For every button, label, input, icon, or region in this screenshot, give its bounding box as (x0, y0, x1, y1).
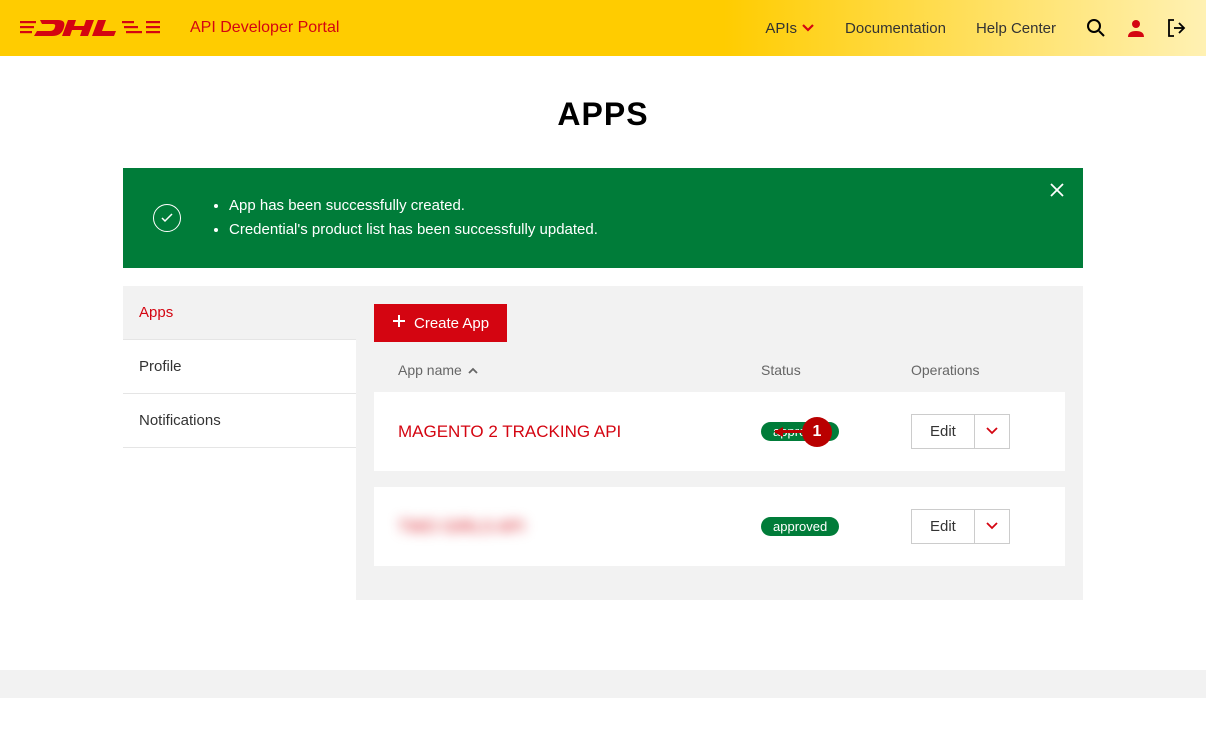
chevron-down-icon (801, 20, 815, 37)
chevron-down-icon (985, 519, 999, 534)
top-header: API Developer Portal APIs Documentation … (0, 0, 1206, 56)
nav-documentation[interactable]: Documentation (845, 20, 946, 37)
app-row: TWO GIRLS API approved Edit (374, 487, 1065, 566)
nav-help-center[interactable]: Help Center (976, 20, 1056, 37)
sidebar-item-label: Profile (139, 358, 182, 375)
table-header: App name Status Operations (374, 342, 1065, 392)
sidebar-item-apps[interactable]: Apps (123, 286, 356, 340)
user-icon[interactable] (1126, 18, 1146, 38)
sidebar-item-label: Notifications (139, 412, 221, 429)
footer-bar (0, 670, 1206, 698)
sidebar-item-notifications[interactable]: Notifications (123, 394, 356, 448)
nav-apis[interactable]: APIs (765, 20, 815, 37)
alert-message: App has been successfully created. (229, 194, 598, 218)
app-name-text: TWO GIRLS API (398, 517, 525, 536)
sidebar: Apps Profile Notifications (123, 286, 356, 600)
create-app-button[interactable]: Create App (374, 304, 507, 342)
column-status: Status (761, 362, 911, 378)
app-row: MAGENTO 2 TRACKING API 1 approved Edit (374, 392, 1065, 471)
close-icon[interactable] (1049, 182, 1065, 203)
app-status: approved (761, 517, 911, 536)
plus-icon (392, 314, 406, 332)
app-name-link[interactable]: MAGENTO 2 TRACKING API 1 (398, 422, 761, 442)
arrow-icon (775, 430, 803, 433)
logo-area: API Developer Portal (20, 18, 339, 38)
column-operations: Operations (911, 362, 1041, 378)
alert-message: Credential's product list has been succe… (229, 218, 598, 242)
edit-button[interactable]: Edit (911, 509, 975, 544)
row-actions-dropdown[interactable] (975, 509, 1010, 544)
edit-button[interactable]: Edit (911, 414, 975, 449)
app-name-link[interactable]: TWO GIRLS API (398, 517, 761, 537)
chevron-down-icon (985, 424, 999, 439)
portal-title[interactable]: API Developer Portal (190, 19, 339, 37)
alert-message-list: App has been successfully created. Crede… (207, 194, 598, 242)
success-alert: App has been successfully created. Crede… (123, 168, 1083, 268)
nav-documentation-label: Documentation (845, 20, 946, 37)
logout-icon[interactable] (1166, 18, 1186, 38)
nav-links: APIs Documentation Help Center (765, 20, 1056, 37)
status-badge: approved (761, 517, 839, 536)
nav-help-center-label: Help Center (976, 20, 1056, 37)
row-actions-dropdown[interactable] (975, 414, 1010, 449)
sidebar-item-label: Apps (139, 304, 173, 321)
search-icon[interactable] (1086, 18, 1106, 38)
app-name-text: MAGENTO 2 TRACKING API (398, 422, 621, 441)
sort-asc-icon (468, 362, 478, 378)
annotation-callout: 1 (775, 417, 832, 447)
content-panel: Create App App name Status Operations MA… (356, 286, 1083, 600)
annotation-number: 1 (802, 417, 832, 447)
sidebar-item-profile[interactable]: Profile (123, 340, 356, 394)
check-icon (153, 204, 181, 232)
page-title: APPS (0, 96, 1206, 133)
column-app-name-label: App name (398, 362, 462, 378)
column-app-name[interactable]: App name (398, 362, 761, 378)
dhl-logo[interactable] (20, 18, 160, 38)
create-app-label: Create App (414, 315, 489, 332)
nav-apis-label: APIs (765, 20, 797, 37)
